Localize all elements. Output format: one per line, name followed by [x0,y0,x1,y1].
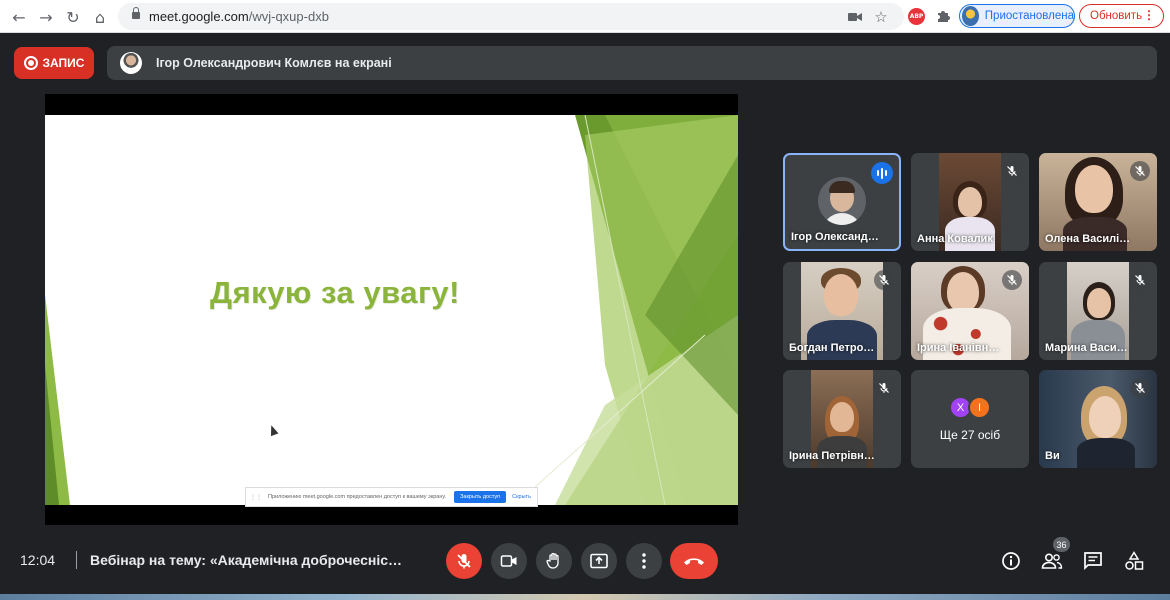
hide-notice-link[interactable]: Скрыть [512,494,531,500]
more-participants-tile[interactable]: Х І Ще 27 осіб [911,370,1029,468]
participant-name: Ігор Олександ… [791,231,879,243]
profile-avatar [962,6,979,26]
more-vert-icon: ⋮ [1143,8,1155,22]
mic-off-icon [1002,161,1022,181]
adblock-icon[interactable]: ABP [908,8,925,25]
reload-icon[interactable]: ↻ [62,6,84,28]
divider [76,551,77,569]
participant-tile[interactable]: Богдан Петро… [783,262,901,360]
participant-name: Олена Василі… [1045,233,1131,245]
raise-hand-button[interactable] [536,543,572,579]
speaking-indicator-icon [871,162,893,184]
participant-tile[interactable]: Ірина Іванівн… [911,262,1029,360]
home-icon[interactable]: ⌂ [89,6,111,28]
participant-name: Богдан Петро… [789,342,875,354]
activities-button[interactable] [1122,549,1146,573]
initial-avatar: І [968,396,991,419]
profile-status-label: Приостановлена [984,10,1074,22]
present-screen-button[interactable] [581,543,617,579]
chat-icon [1084,552,1102,571]
meeting-details-button[interactable] [999,549,1023,573]
profile-button[interactable]: Приостановлена [959,4,1075,28]
participant-name: Ірина Петрівн… [789,450,875,462]
record-icon [23,56,38,70]
mic-off-icon [1130,270,1150,290]
participant-tile[interactable]: Марина Васи… [1039,262,1157,360]
mic-off-icon [1130,378,1150,398]
browser-toolbar: ← → ↻ ⌂ meet.google.com/wvj-qxup-dxb ☆ A… [0,0,1170,33]
recording-label: ЗАПИС [42,56,85,70]
drag-handle-icon[interactable]: ⋮⋮ [250,494,262,501]
participant-name: Анна Ковалик [917,233,993,245]
participant-name: Ірина Іванівн… [917,342,1000,354]
mic-off-icon [874,378,894,398]
meeting-clock: 12:04 [20,552,56,568]
call-end-icon [684,558,704,565]
stop-sharing-button[interactable]: Закрыть доступ [454,491,507,503]
share-notice-text: Приложению meet.google.com предоставлен … [268,494,447,500]
self-view-tile[interactable]: Ви [1039,370,1157,468]
mic-off-icon [1002,270,1022,290]
present-to-all-icon [590,553,608,569]
chat-button[interactable] [1081,549,1105,573]
leave-call-button[interactable] [670,543,718,579]
presenter-avatar [120,52,142,74]
mic-off-icon [1130,161,1150,181]
update-label: Обновить [1090,10,1143,22]
hand-icon [546,552,559,569]
participant-name: Марина Васи… [1045,342,1128,354]
mic-off-icon [874,270,894,290]
address-bar[interactable]: meet.google.com/wvj-qxup-dxb ☆ [118,3,904,30]
screen-share-notice: ⋮⋮ Приложению meet.google.com предоставл… [245,487,538,507]
more-participants-label: Ще 27 осіб [939,428,1001,442]
forward-arrow-icon[interactable]: → [35,6,57,28]
participant-name: Ви [1045,450,1060,462]
extensions-puzzle-icon[interactable] [934,7,952,25]
update-button[interactable]: Обновить ⋮ [1079,4,1164,28]
more-participants-avatars: Х І [949,396,991,419]
participant-tile[interactable]: Ігор Олександ… [783,153,901,251]
shapes-icon [1125,551,1144,570]
url-text: meet.google.com/wvj-qxup-dxb [149,9,329,24]
more-vert-icon [642,553,646,569]
presentation-slide: Дякую за увагу! [45,115,738,505]
recording-button[interactable]: ЗАПИС [14,47,94,79]
mic-off-icon [457,554,471,569]
more-options-button[interactable] [626,543,662,579]
participant-tile[interactable]: Анна Ковалик [911,153,1029,251]
people-icon [1041,553,1063,569]
back-arrow-icon[interactable]: ← [8,6,30,28]
participant-tile[interactable]: Ірина Петрівн… [783,370,901,468]
participants-count-badge: 36 [1053,537,1070,552]
star-icon[interactable]: ☆ [872,8,890,26]
presenting-text: Ігор Олександрович Комлєв на екрані [156,56,392,70]
video-camera-icon [500,555,517,567]
os-taskbar [0,594,1170,600]
presenting-banner: Ігор Олександрович Комлєв на екрані [107,46,1157,80]
camera-icon[interactable] [846,8,864,26]
slide-title: Дякую за увагу! [210,275,460,310]
camera-toggle-button[interactable] [491,543,527,579]
lock-icon [132,7,140,20]
info-icon [1002,552,1020,570]
participants-button[interactable] [1040,549,1064,573]
meeting-title[interactable]: Вебінар на тему: «Академічна доброчесніс… [90,552,402,568]
microphone-toggle-button[interactable] [446,543,482,579]
participant-avatar [818,177,866,225]
participant-tile[interactable]: Олена Василі… [1039,153,1157,251]
shared-screen: Дякую за увагу! ⋮⋮ Приложению meet.googl… [45,94,738,525]
